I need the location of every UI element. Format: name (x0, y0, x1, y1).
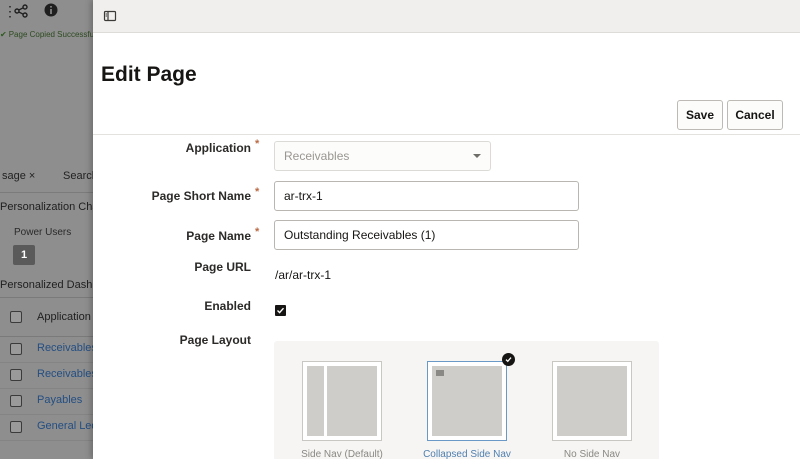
info-icon[interactable] (44, 3, 58, 20)
short-name-label-text: Page Short Name (151, 189, 251, 203)
table-row: General Ledger (0, 415, 113, 441)
page-url-label: Page URL (93, 260, 253, 274)
required-marker: * (255, 138, 260, 150)
save-button[interactable]: Save (677, 100, 723, 130)
layout-option-collapsed-side-nav[interactable] (427, 353, 515, 441)
page-layout-label: Page Layout (93, 333, 253, 347)
row-checkbox[interactable] (10, 343, 22, 355)
page-url-label-text: Page URL (194, 260, 251, 274)
short-name-label: Page Short Name * (93, 186, 260, 203)
layout-thumbnail-frame (427, 361, 507, 441)
side-nav-divider (324, 366, 327, 436)
toast-message: ✔ Page Copied Successfully (0, 30, 102, 39)
table-row: Receivables (0, 337, 100, 363)
header-divider (93, 134, 800, 135)
tab-label: sage (2, 170, 26, 182)
enabled-label: Enabled (93, 299, 253, 313)
layout-thumbnail (307, 366, 377, 436)
chevron-down-icon (473, 154, 481, 158)
application-select[interactable]: Receivables (274, 141, 491, 171)
table-row: Payables (0, 389, 100, 415)
background-tabs: sage × Search (0, 163, 100, 193)
row-checkbox[interactable] (10, 421, 22, 433)
page-name-label: Page Name * (93, 226, 259, 243)
layout-option-side-nav[interactable] (302, 361, 382, 441)
table-row: Receivables (0, 363, 100, 389)
cancel-button[interactable]: Cancel (727, 100, 783, 130)
layout-thumbnail (432, 366, 502, 436)
page-title: Edit Page (101, 63, 197, 86)
row-checkbox[interactable] (10, 369, 22, 381)
application-value: Receivables (284, 149, 350, 163)
panel-toggle-icon[interactable] (102, 8, 118, 24)
page-layout-label-text: Page Layout (179, 333, 251, 347)
select-all-checkbox[interactable] (10, 311, 22, 323)
page-url-value: /ar/ar-trx-1 (275, 268, 332, 282)
short-name-input[interactable]: ar-trx-1 (274, 181, 579, 211)
row-link[interactable]: Receivables (37, 368, 97, 380)
layout-label-no-side-nav[interactable]: No Side Nav (532, 449, 652, 459)
layout-label-collapsed-side-nav[interactable]: Collapsed Side Nav (407, 449, 527, 459)
enabled-checkbox[interactable] (275, 305, 286, 316)
layout-picker: Side Nav (Default) Collapsed Side Nav No… (274, 341, 659, 459)
dashboard-table: Application Receivables Receivables Paya… (0, 297, 113, 441)
drawer-toolbar (93, 0, 800, 33)
required-marker: * (255, 186, 260, 198)
tab-message[interactable]: sage × (2, 170, 35, 182)
row-link[interactable]: Payables (37, 394, 82, 406)
power-users-count[interactable]: 1 (13, 245, 35, 265)
short-name-value: ar-trx-1 (284, 189, 323, 203)
row-checkbox[interactable] (10, 395, 22, 407)
application-label: Application * (93, 138, 260, 155)
layout-thumbnail-frame (302, 361, 382, 441)
layout-thumbnail (557, 366, 627, 436)
column-header-application[interactable]: Application (37, 311, 91, 323)
collapsed-nav-glyph (436, 370, 444, 376)
page-name-value: Outstanding Receivables (1) (284, 228, 436, 242)
power-users-label: Power Users (14, 227, 72, 238)
page-name-input[interactable]: Outstanding Receivables (1) (274, 220, 579, 250)
page-name-label-text: Page Name (186, 229, 251, 243)
table-header: Application (0, 297, 100, 337)
application-label-text: Application (185, 141, 251, 155)
close-icon[interactable]: × (29, 170, 35, 182)
check-icon: ✔ (0, 30, 7, 39)
edit-page-drawer: Edit Page Save Cancel Application * Recei… (93, 0, 800, 459)
layout-label-side-nav[interactable]: Side Nav (Default) (282, 449, 402, 459)
layout-thumbnail-frame (552, 361, 632, 441)
share-icon[interactable] (14, 4, 28, 21)
row-link[interactable]: Receivables (37, 342, 97, 354)
check-icon (277, 307, 285, 314)
enabled-label-text: Enabled (204, 299, 251, 313)
required-marker: * (255, 226, 260, 238)
layout-option-no-side-nav[interactable] (552, 361, 632, 441)
background-toolbar: ⋮ (0, 0, 100, 24)
check-icon (502, 353, 515, 366)
toast-text: Page Copied Successfully (8, 30, 102, 39)
